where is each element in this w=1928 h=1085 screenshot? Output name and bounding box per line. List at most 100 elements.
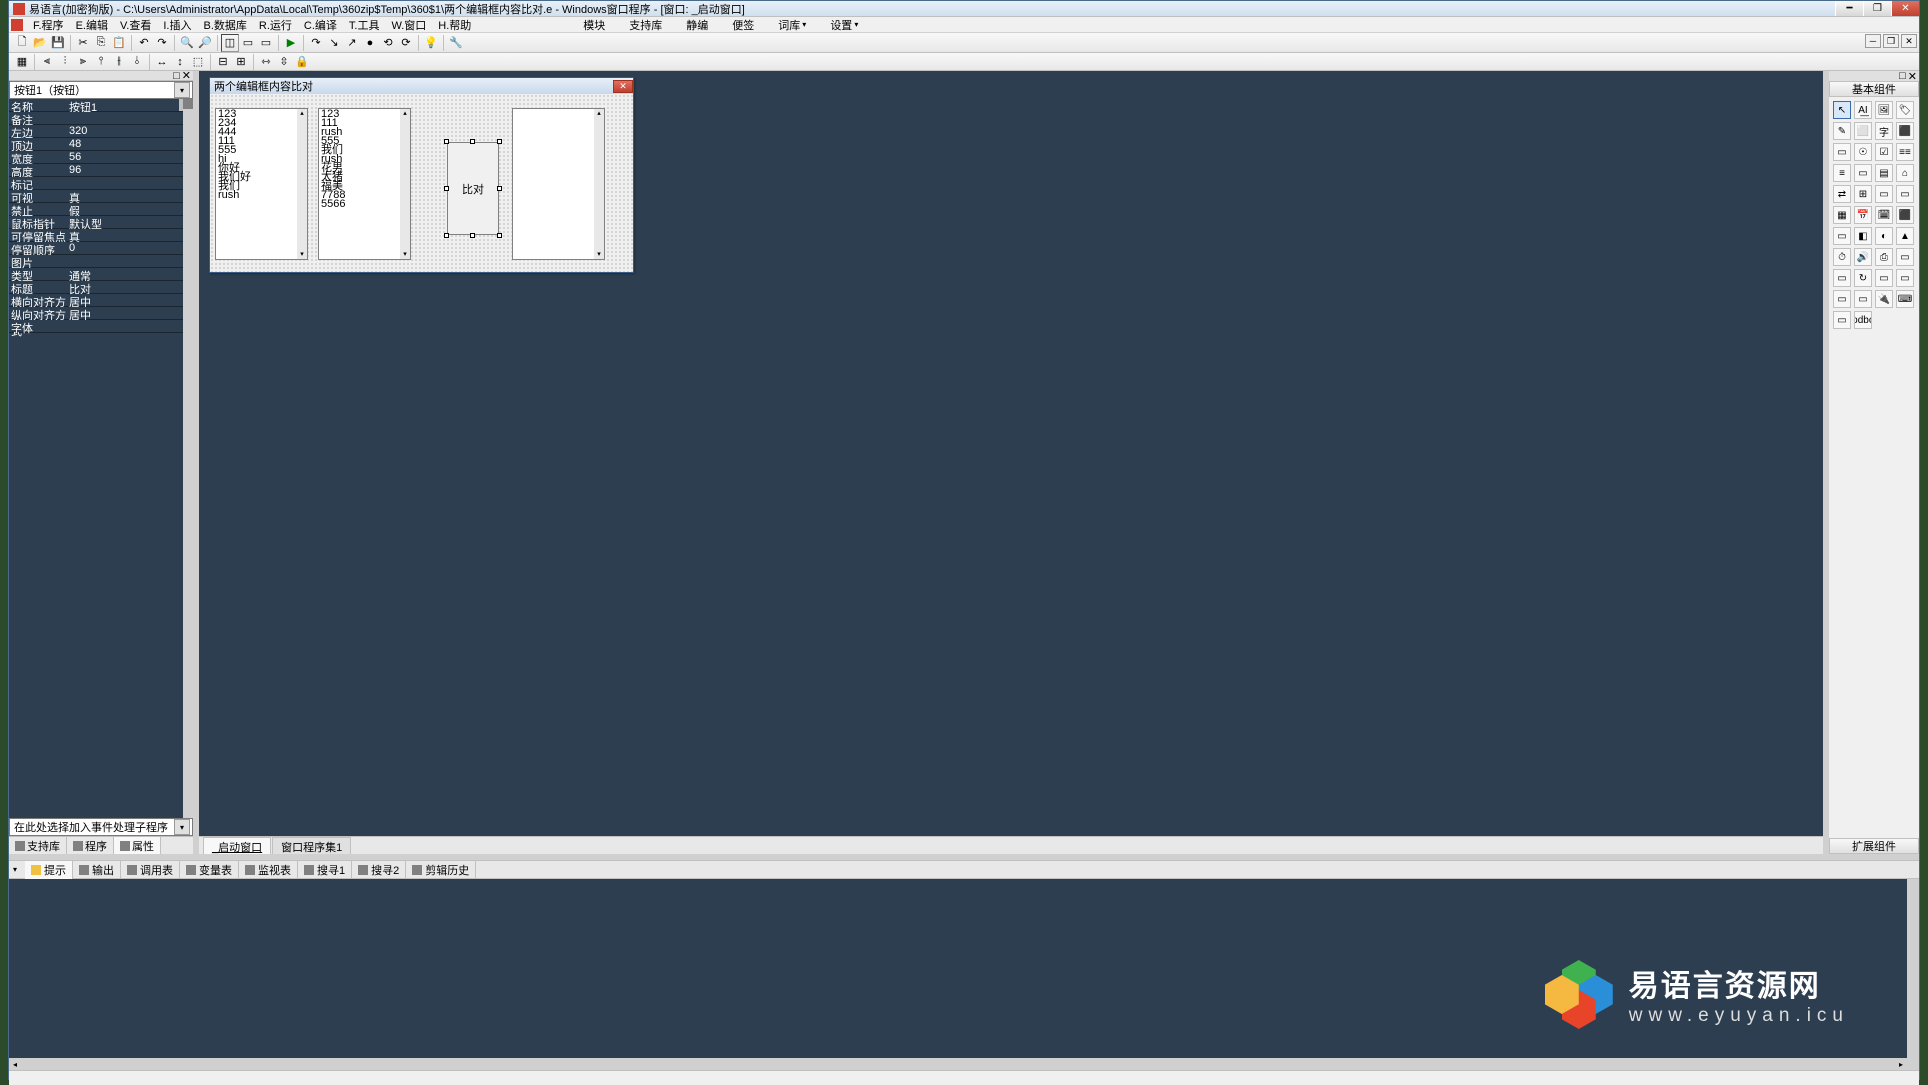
align-top-button[interactable]: ⫯: [92, 53, 110, 71]
menu-settings[interactable]: 设置: [824, 17, 864, 33]
panel-pin-icon[interactable]: □: [173, 70, 180, 82]
palette-tab-extended[interactable]: 扩展组件: [1829, 838, 1919, 854]
palette-item-30[interactable]: ⎙: [1875, 248, 1893, 266]
prop-value[interactable]: [67, 320, 193, 332]
palette-item-37[interactable]: ▭: [1854, 290, 1872, 308]
property-row[interactable]: 纵向对齐方式居中: [9, 307, 193, 320]
distribute-v-button[interactable]: ⇳: [275, 53, 293, 71]
prop-value[interactable]: 比对: [67, 281, 193, 293]
palette-item-6[interactable]: 字: [1875, 122, 1893, 140]
property-row[interactable]: 宽度56: [9, 151, 193, 164]
menu-module[interactable]: 模块: [577, 17, 611, 33]
tab-program[interactable]: 程序: [67, 837, 114, 854]
output-hscroll[interactable]: [9, 1058, 1907, 1070]
palette-item-12[interactable]: ≡: [1833, 164, 1851, 182]
prop-value[interactable]: 默认型: [67, 216, 193, 228]
property-grid[interactable]: 名称按钮1备注左边320顶边48宽度56高度96标记可视真禁止假鼠标指针默认型可…: [9, 99, 193, 818]
design-surface[interactable]: 两个编辑框内容比对 ✕ 123 234 444 111 555 hi 你好 我们…: [199, 71, 1823, 836]
palette-item-21[interactable]: 📅: [1854, 206, 1872, 224]
tab-search1[interactable]: 搜寻1: [298, 861, 352, 879]
palette-item-5[interactable]: ⬜: [1854, 122, 1872, 140]
tab-output[interactable]: 输出: [73, 861, 121, 879]
center-h-button[interactable]: ⊟: [214, 53, 232, 71]
align-center-h-button[interactable]: ⫶: [56, 53, 74, 71]
toggle-panel2-button[interactable]: ▭: [239, 34, 257, 52]
prop-value[interactable]: 假: [67, 203, 193, 215]
undo-button[interactable]: ↶: [135, 34, 153, 52]
tab-calltable[interactable]: 调用表: [121, 861, 180, 879]
debug-btn1[interactable]: ⟲: [379, 34, 397, 52]
tab-search2[interactable]: 搜寻2: [352, 861, 406, 879]
tab-vartable[interactable]: 变量表: [180, 861, 239, 879]
lock-button[interactable]: 🔒: [293, 53, 311, 71]
align-left-button[interactable]: ⫷: [38, 53, 56, 71]
palette-item-34[interactable]: ▭: [1875, 269, 1893, 287]
toggle-panel1-button[interactable]: ◫: [221, 34, 239, 52]
property-row[interactable]: 禁止假: [9, 203, 193, 216]
property-row[interactable]: 鼠标指针默认型: [9, 216, 193, 229]
property-row[interactable]: 字体: [9, 320, 193, 333]
grid-button[interactable]: ▦: [13, 53, 31, 71]
menu-window[interactable]: W.窗口: [385, 17, 432, 33]
palette-item-11[interactable]: ≡≡: [1896, 143, 1914, 161]
palette-item-24[interactable]: ▭: [1833, 227, 1851, 245]
palette-item-41[interactable]: odbc: [1854, 311, 1872, 329]
menu-dictionary[interactable]: 词库: [772, 17, 812, 33]
tab-window-set1[interactable]: 窗口程序集1: [272, 837, 351, 854]
menu-view[interactable]: V.查看: [114, 17, 157, 33]
palette-item-8[interactable]: ▭: [1833, 143, 1851, 161]
menu-static-compile[interactable]: 静编: [680, 17, 714, 33]
output-vscroll[interactable]: [1907, 879, 1919, 1070]
property-row[interactable]: 横向对齐方式居中: [9, 294, 193, 307]
menu-tools[interactable]: T.工具: [343, 17, 386, 33]
prop-value[interactable]: 按钮1: [67, 99, 193, 111]
tab-cliphistory[interactable]: 剪辑历史: [406, 861, 476, 879]
edit-box-3[interactable]: [512, 108, 605, 260]
toggle-panel3-button[interactable]: ▭: [257, 34, 275, 52]
edit-box-2[interactable]: 123 111 rush 555 我们 rush 花男 太猪 福美 7788 5…: [318, 108, 411, 260]
prop-value[interactable]: 320: [67, 125, 193, 137]
output-content[interactable]: 易语言资源网 www.eyuyan.icu: [9, 879, 1919, 1070]
palette-item-40[interactable]: ▭: [1833, 311, 1851, 329]
palette-item-0[interactable]: ↖: [1833, 101, 1851, 119]
property-row[interactable]: 名称按钮1: [9, 99, 193, 112]
palette-tab-basic[interactable]: 基本组件: [1829, 81, 1919, 97]
palette-item-18[interactable]: ▭: [1875, 185, 1893, 203]
form-window[interactable]: 两个编辑框内容比对 ✕ 123 234 444 111 555 hi 你好 我们…: [209, 77, 634, 273]
breakpoint-button[interactable]: ●: [361, 34, 379, 52]
distribute-h-button[interactable]: ⇿: [257, 53, 275, 71]
copy-button[interactable]: ⎘: [92, 34, 110, 52]
step-into-button[interactable]: ↘: [325, 34, 343, 52]
property-row[interactable]: 可视真: [9, 190, 193, 203]
prop-scrollbar[interactable]: [183, 99, 193, 818]
palette-item-3[interactable]: 🏷: [1896, 101, 1914, 119]
prop-value[interactable]: 0: [67, 242, 193, 254]
misc-button[interactable]: 🔧: [447, 34, 465, 52]
prop-value[interactable]: 真: [67, 190, 193, 202]
menu-insert[interactable]: I.插入: [157, 17, 197, 33]
save-button[interactable]: 💾: [49, 34, 67, 52]
paste-button[interactable]: 📋: [110, 34, 128, 52]
prop-value[interactable]: 96: [67, 164, 193, 176]
palette-item-13[interactable]: ▭: [1854, 164, 1872, 182]
mdi-restore[interactable]: ❐: [1883, 34, 1899, 48]
palette-item-32[interactable]: ▭: [1833, 269, 1851, 287]
open-button[interactable]: 📂: [31, 34, 49, 52]
palette-item-39[interactable]: ⌨: [1896, 290, 1914, 308]
palette-item-23[interactable]: ⬛: [1896, 206, 1914, 224]
palette-item-22[interactable]: 🗓: [1875, 206, 1893, 224]
palette-item-7[interactable]: ⬛: [1896, 122, 1914, 140]
palette-item-28[interactable]: ⏱: [1833, 248, 1851, 266]
prop-value[interactable]: [67, 255, 193, 267]
palette-item-38[interactable]: 🔌: [1875, 290, 1893, 308]
scrollbar-icon[interactable]: [400, 109, 410, 259]
property-row[interactable]: 高度96: [9, 164, 193, 177]
menu-run[interactable]: R.运行: [253, 17, 298, 33]
palette-item-19[interactable]: ▭: [1896, 185, 1914, 203]
property-row[interactable]: 可停留焦点真: [9, 229, 193, 242]
prop-value[interactable]: 56: [67, 151, 193, 163]
tab-watch[interactable]: 监视表: [239, 861, 298, 879]
palette-item-20[interactable]: ▦: [1833, 206, 1851, 224]
maximize-button[interactable]: ❐: [1863, 1, 1891, 16]
step-over-button[interactable]: ↷: [307, 34, 325, 52]
